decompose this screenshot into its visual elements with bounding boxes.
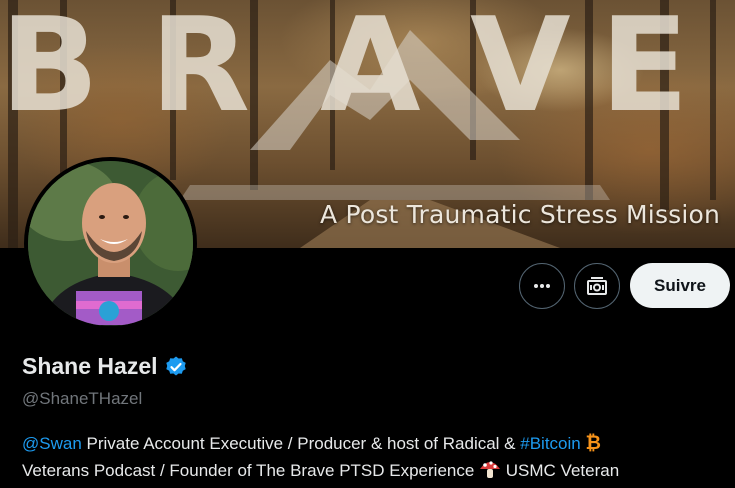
verified-badge-icon[interactable] [164, 355, 188, 379]
bio-text-2: Veterans Podcast / Founder of The Brave … [22, 461, 480, 480]
svg-text:E: E [600, 0, 689, 120]
more-options-button[interactable] [519, 263, 565, 309]
hashtag-link[interactable]: #Bitcoin [520, 434, 580, 453]
follow-button[interactable]: Suivre [630, 263, 730, 308]
bio-text-3: USMC Veteran [501, 461, 620, 480]
subscribe-button[interactable] [574, 263, 620, 309]
username-handle: @ShaneTHazel [22, 389, 143, 408]
name-row: Shane Hazel [22, 353, 188, 380]
banner-brave-lettering: B R A V E [0, 0, 689, 120]
profile-bio: @Swan Private Account Executive / Produc… [22, 430, 722, 484]
bitcoin-icon: ₿ [585, 433, 601, 454]
display-name: Shane Hazel [22, 353, 158, 379]
banner-tagline: A Post Traumatic Stress Mission [320, 200, 721, 229]
svg-text:V: V [470, 0, 571, 120]
mention-link[interactable]: @Swan [22, 434, 82, 453]
mushroom-icon [479, 459, 501, 479]
svg-text:B: B [0, 0, 99, 120]
bio-text-1: Private Account Executive / Producer & h… [81, 434, 521, 453]
svg-text:A: A [320, 0, 421, 120]
avatar[interactable] [24, 157, 197, 330]
more-dots-icon [534, 284, 550, 288]
svg-text:R: R [150, 0, 250, 120]
subscribe-icon [587, 277, 607, 295]
